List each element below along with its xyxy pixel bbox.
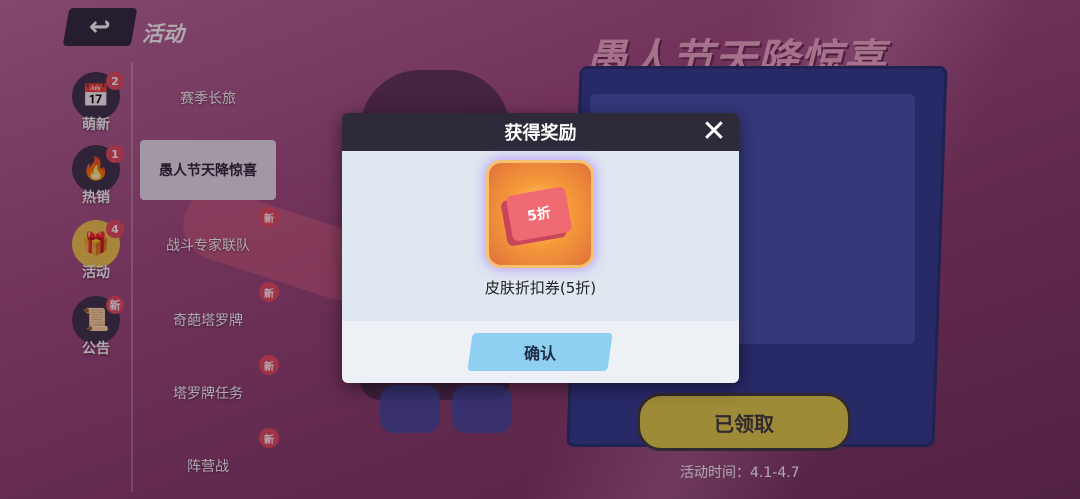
modal-footer: 确认: [342, 321, 739, 383]
modal-body: 5折 皮肤折扣券(5折): [342, 151, 739, 321]
confirm-button[interactable]: 确认: [467, 333, 613, 371]
reward-modal: 获得奖励 ✕ 5折 皮肤折扣券(5折) 确认: [342, 113, 739, 383]
modal-header: 获得奖励 ✕: [342, 113, 739, 151]
reward-name: 皮肤折扣券(5折): [484, 279, 597, 297]
coupon-ticket: 5折: [505, 186, 573, 242]
confirm-label: 确认: [523, 344, 556, 363]
close-icon[interactable]: ✕: [699, 117, 729, 147]
modal-title: 获得奖励: [504, 123, 577, 144]
reward-coupon-icon: 5折: [489, 163, 591, 265]
